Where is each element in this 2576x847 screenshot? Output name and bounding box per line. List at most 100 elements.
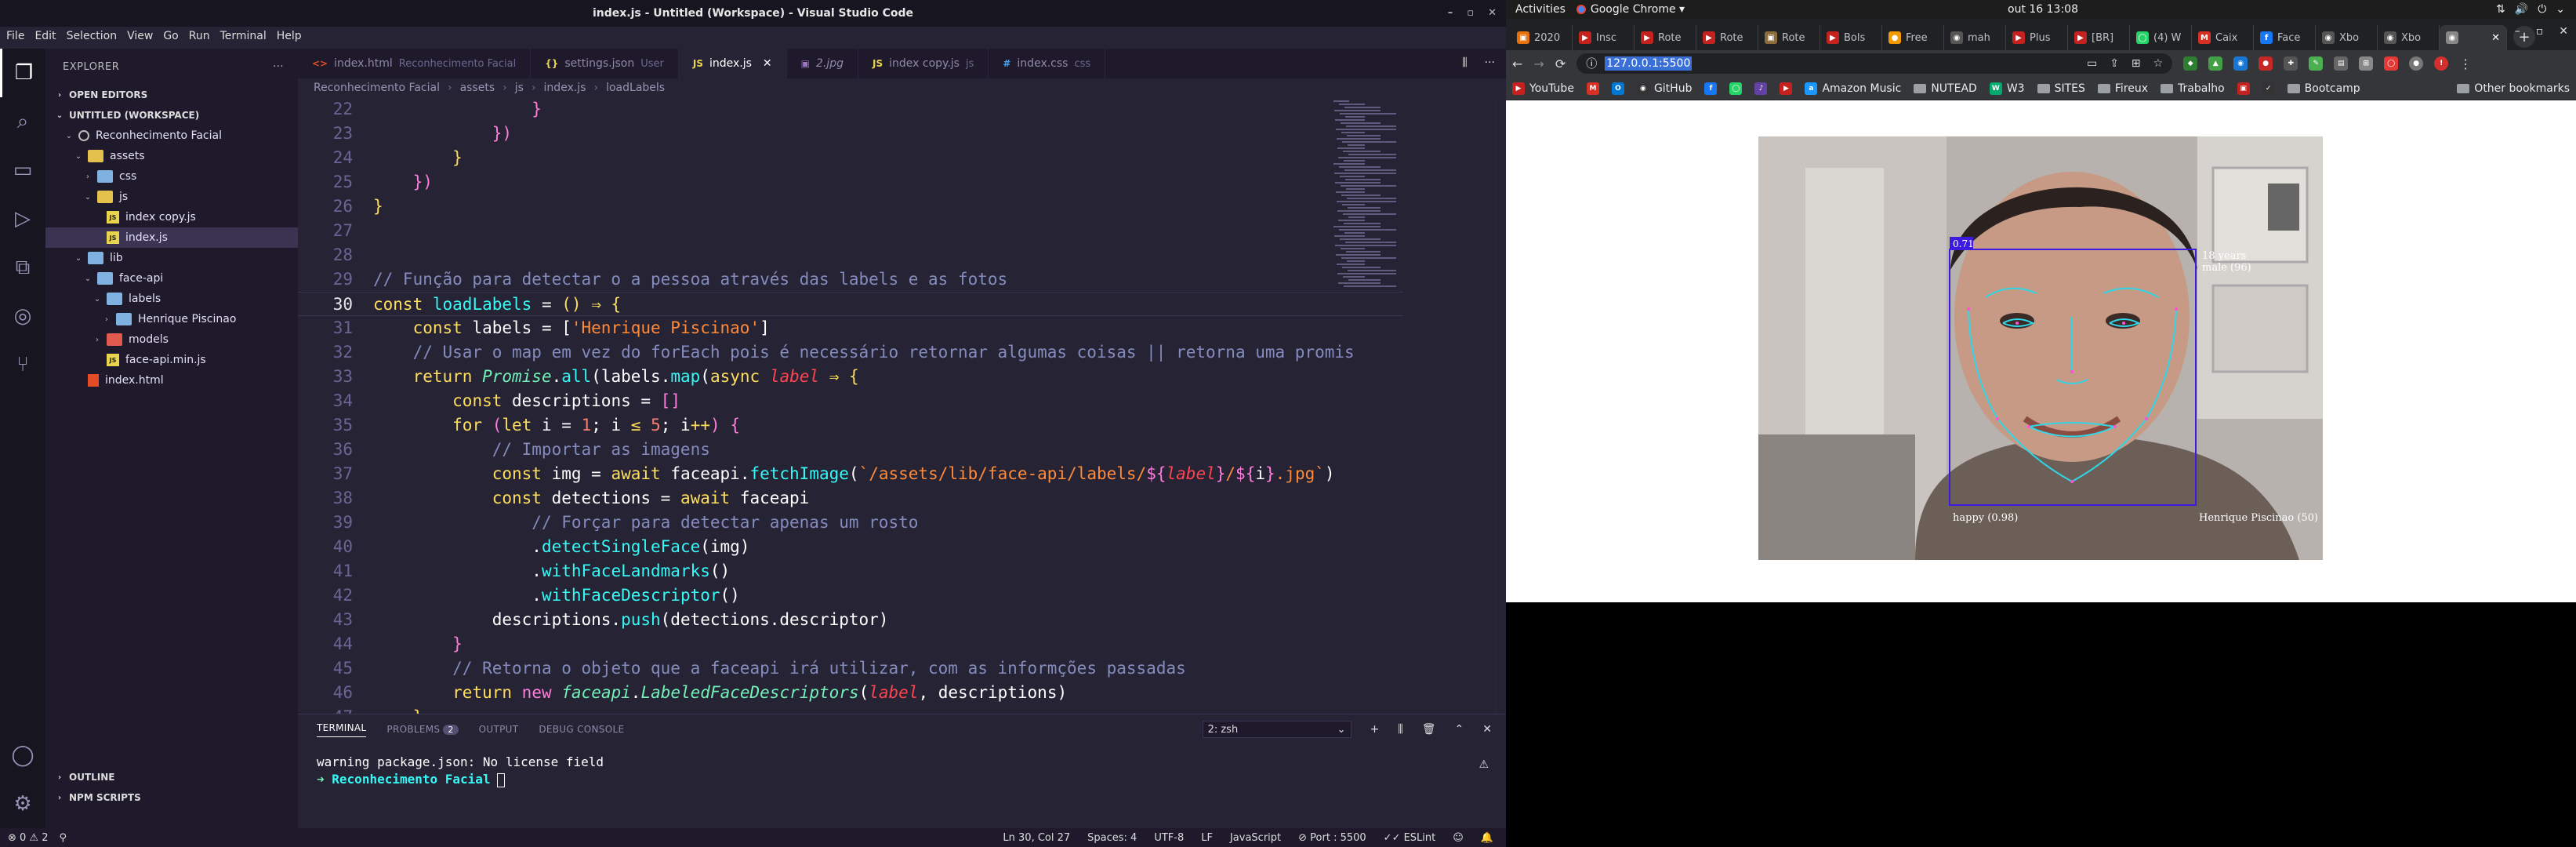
profile-avatar[interactable]: ● (2409, 56, 2424, 71)
search-icon[interactable]: ⌕ (0, 97, 45, 146)
editor-tab[interactable]: {} settings.json User (531, 49, 679, 78)
status-indentation[interactable]: Spaces: 4 (1087, 832, 1137, 844)
terminal-select[interactable]: 2: zsh ⌄ (1202, 721, 1351, 738)
workspace-section[interactable]: ⌄ UNTITLED (WORKSPACE) (45, 105, 298, 125)
more-actions-icon[interactable]: ··· (1485, 56, 1495, 69)
chrome-tab[interactable]: ◯ (4) W (2130, 25, 2192, 50)
bell-icon[interactable]: 🔔 (1481, 832, 1493, 844)
power-icon[interactable]: ⏻ (2538, 3, 2546, 16)
open-editors-section[interactable]: › OPEN EDITORS (45, 85, 298, 105)
extension-icon[interactable]: ◉ (2233, 56, 2248, 71)
npm-scripts-section[interactable]: › NPM SCRIPTS (45, 787, 298, 808)
bookmark-item[interactable]: W W3 (1989, 82, 2025, 95)
update-icon[interactable]: ! (2434, 56, 2449, 71)
close-icon[interactable]: ✕ (1488, 7, 1497, 19)
chrome-tab[interactable]: M Caix (2192, 25, 2254, 50)
app-menu[interactable]: Google Chrome ▾ (1576, 3, 1685, 16)
menu-item-edit[interactable]: Edit (34, 30, 56, 42)
breadcrumb-item[interactable]: assets (460, 82, 495, 94)
status-errors-warnings[interactable]: ⊗ 0 ⚠ 2 (8, 832, 49, 844)
star-icon[interactable]: ☆ (2153, 57, 2164, 70)
chrome-tab[interactable]: ▶ [BR] (2068, 25, 2130, 50)
extension-icon[interactable]: ◯ (2384, 56, 2399, 71)
reload-icon[interactable]: ⟳ (1555, 56, 1566, 71)
cast-icon[interactable]: ▭ (2087, 57, 2097, 70)
extension-icon[interactable]: ✚ (2284, 56, 2298, 71)
split-editor-icon[interactable]: ⫼ (1462, 56, 1467, 69)
tree-item[interactable]: ⌄ labels (45, 289, 298, 309)
info-icon[interactable]: ⓘ (1586, 56, 1597, 71)
close-icon[interactable]: ✕ (2559, 25, 2568, 38)
chevron-down-icon[interactable]: ⌄ (2556, 3, 2565, 16)
close-panel-icon[interactable]: ✕ (1482, 723, 1492, 736)
network-icon[interactable]: ⇅ (2496, 3, 2505, 16)
tab-debug-console[interactable]: DEBUG CONSOLE (539, 724, 624, 735)
back-icon[interactable]: ← (1512, 56, 1522, 71)
tab-problems[interactable]: PROBLEMS 2 (386, 724, 459, 735)
activities-button[interactable]: Activities (1506, 3, 1576, 16)
chrome-tab[interactable]: f Face (2254, 25, 2316, 50)
maximize-icon[interactable]: ▫ (2536, 25, 2544, 38)
extension-icon[interactable]: ◆ (2183, 56, 2198, 71)
explorer-icon[interactable]: ❐ (0, 49, 45, 97)
extensions-icon[interactable]: ⧉ (0, 243, 45, 292)
status-live-server[interactable]: ⊘ Port : 5500 (1298, 832, 1366, 844)
bookmark-item[interactable]: ▶ YouTube (1512, 82, 1574, 95)
tab-terminal[interactable]: TERMINAL (317, 722, 367, 737)
tree-item[interactable]: ⌄ face-api (45, 268, 298, 289)
breadcrumb-item[interactable]: index.js (544, 82, 586, 94)
chrome-tab[interactable]: ▶ Rote (1634, 25, 1696, 50)
tree-item[interactable]: › Henrique Piscinao (45, 309, 298, 329)
editor-tab[interactable]: JS index copy.js js (858, 49, 989, 78)
account-icon[interactable]: ◯ (0, 731, 45, 780)
git-lens-icon[interactable]: ◎ (0, 292, 45, 340)
breadcrumb-item[interactable]: loadLabels (606, 82, 665, 94)
volume-icon[interactable]: 🔊 (2515, 3, 2528, 16)
menu-item-help[interactable]: Help (277, 30, 302, 42)
gear-icon[interactable]: ⚙ (0, 780, 45, 828)
close-tab-icon[interactable]: ✕ (763, 57, 772, 70)
chrome-tab[interactable]: ● Free (1882, 25, 1944, 50)
status-cursor-position[interactable]: Ln 30, Col 27 (1003, 832, 1070, 844)
menu-item-terminal[interactable]: Terminal (220, 30, 267, 42)
chrome-tab[interactable]: ▣ Rote (1758, 25, 1820, 50)
feedback-icon[interactable]: ☺ (1453, 832, 1464, 844)
chrome-tab[interactable]: ◉ Xbo (2316, 25, 2378, 50)
bookmark-item[interactable]: O (1611, 82, 1624, 95)
maximize-icon[interactable]: ▫ (1467, 7, 1474, 19)
terminal[interactable]: warning package.json: No license field ➜… (298, 744, 1506, 798)
tab-output[interactable]: OUTPUT (479, 724, 519, 735)
code-editor[interactable]: 22 } 23 }) 24 } 25 }) 26} 27 28 29// Função par… (298, 97, 1403, 714)
menu-item-selection[interactable]: Selection (67, 30, 118, 42)
tree-item[interactable]: ⌄ assets (45, 146, 298, 166)
run-debug-icon[interactable]: ▷ (0, 194, 45, 243)
extension-puzzle-icon[interactable]: ⊞ (2132, 57, 2141, 70)
bookmark-item[interactable]: M (1586, 82, 1599, 95)
chrome-tab[interactable]: ▶ Insc (1573, 25, 1634, 50)
menu-item-go[interactable]: Go (163, 30, 178, 42)
editor-tab[interactable]: <> index.html Reconhecimento Facial (298, 49, 532, 78)
forward-icon[interactable]: → (1533, 56, 1544, 71)
tree-item[interactable]: JS index copy.js (45, 207, 298, 227)
other-bookmarks-folder[interactable]: Other bookmarks (2457, 82, 2570, 95)
chrome-tab[interactable]: ▶ Bols (1820, 25, 1882, 50)
tree-item[interactable]: › models (45, 329, 298, 350)
extensions-menu-icon[interactable]: ⊞ (2359, 56, 2374, 71)
status-language[interactable]: JavaScript (1230, 832, 1281, 844)
menu-item-run[interactable]: Run (189, 30, 210, 42)
minimap[interactable] (1330, 97, 1415, 301)
close-tab-icon[interactable]: ✕ (2491, 32, 2500, 44)
tree-item[interactable]: index.html (45, 370, 298, 391)
bookmark-item[interactable]: Fireux (2097, 82, 2148, 95)
extension-icon[interactable]: ● (2259, 56, 2273, 71)
chrome-tab[interactable]: ◉ mah (1944, 25, 2006, 50)
bookmark-item[interactable]: Trabalho (2161, 82, 2225, 95)
bookmark-item[interactable]: ◯ (1729, 82, 1743, 95)
bookmark-item[interactable]: a Amazon Music (1805, 82, 1901, 95)
chrome-tab[interactable]: ◉ Xbo (2378, 25, 2440, 50)
breadcrumb-item[interactable]: js (515, 82, 524, 94)
chrome-tab[interactable]: ◉ ✕ (2440, 25, 2507, 50)
tree-item[interactable]: ⌄ lib (45, 248, 298, 268)
tree-item[interactable]: ⌄ Reconhecimento Facial (45, 125, 298, 146)
remote-explorer-icon[interactable]: ▭ (0, 146, 45, 194)
